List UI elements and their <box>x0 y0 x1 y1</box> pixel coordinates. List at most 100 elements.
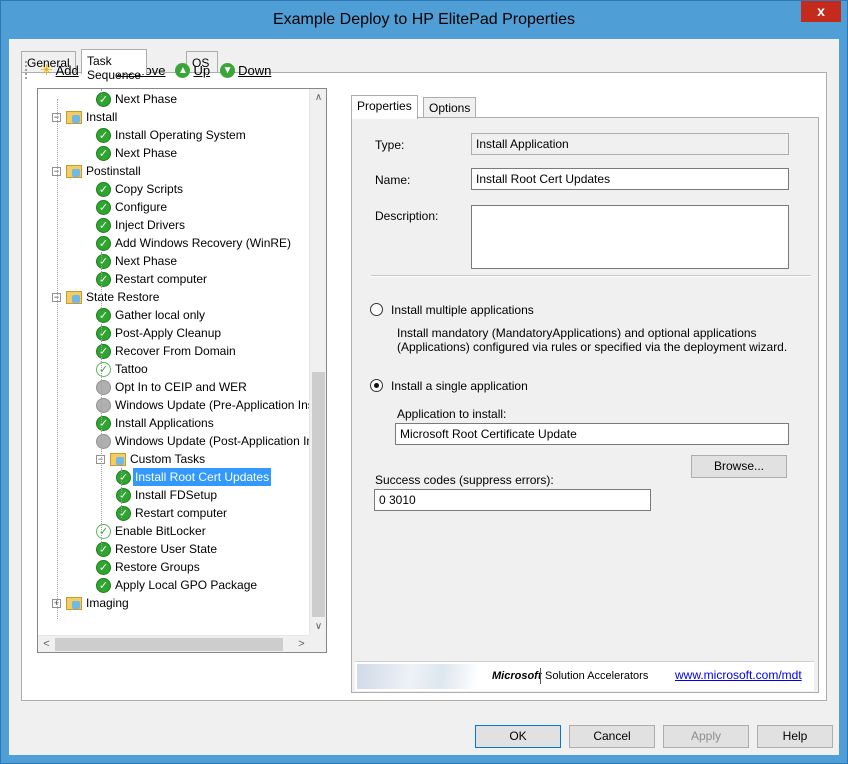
tree-item[interactable]: ✓ Install Root Cert Updates <box>116 468 272 486</box>
tree-item[interactable]: ✓ Restore User State <box>96 540 219 558</box>
tree-item[interactable]: − Postinstall <box>52 162 143 180</box>
tree-item-label: Next Phase <box>115 146 178 160</box>
checkmark-icon: ✓ <box>96 127 111 143</box>
tree-horizontal-scrollbar[interactable]: < > <box>38 635 310 652</box>
tree-item-label: Next Phase <box>115 92 178 106</box>
tree-item[interactable]: ✓ Install Applications <box>96 414 216 432</box>
tree-guide-line <box>101 252 102 308</box>
tree-item[interactable]: − Install <box>52 108 119 126</box>
tree-guide-line <box>101 324 102 554</box>
tree-item[interactable]: ✓ Recover From Domain <box>96 342 238 360</box>
checkmark-icon: ✓ <box>96 91 111 107</box>
install-multiple-label[interactable]: Install multiple applications <box>391 303 534 317</box>
tab-task-sequence[interactable]: Task Sequence <box>81 49 148 82</box>
tree-item[interactable]: + Imaging <box>52 594 131 612</box>
scroll-left-icon[interactable]: < <box>38 636 55 652</box>
description-label: Description: <box>375 209 439 223</box>
tree-item[interactable]: ✓ Copy Scripts <box>96 180 185 198</box>
tree-item[interactable]: ✓ Restart computer <box>96 270 209 288</box>
success-codes-field[interactable]: 0 3010 <box>374 489 651 511</box>
tree-item-label: Install Root Cert Updates <box>133 468 272 486</box>
tree-item[interactable]: ✓ Add Windows Recovery (WinRE) <box>96 234 293 252</box>
up-label: Up <box>193 62 211 78</box>
logo-separator <box>540 668 541 684</box>
mdt-link[interactable]: www.microsoft.com/mdt <box>675 668 802 682</box>
tree-item-label: Enable BitLocker <box>115 524 206 538</box>
help-button[interactable]: Help <box>757 725 833 748</box>
scroll-down-icon[interactable]: ∨ <box>310 618 326 635</box>
tree-item-label: Restart computer <box>115 272 208 286</box>
checkmark-icon: ✓ <box>96 343 111 359</box>
tree-item[interactable]: ✓ Install FDSetup <box>116 486 219 504</box>
tree-item[interactable]: ✓ Inject Drivers <box>96 216 187 234</box>
apply-button[interactable]: Apply <box>663 725 749 748</box>
tree-item-label: Install Operating System <box>115 128 246 142</box>
checkmark-icon: ✓ <box>96 325 111 341</box>
application-field[interactable]: Microsoft Root Certificate Update <box>395 423 789 445</box>
tree-item-label: Restore Groups <box>115 560 200 574</box>
hscroll-thumb[interactable] <box>55 638 283 651</box>
task-sequence-tree[interactable]: ✓ Next Phase − Install ✓ Install Operating Sy… <box>37 88 327 653</box>
tree-item[interactable]: ✓ Enable BitLocker <box>96 522 208 540</box>
tree-item[interactable]: ✓ Install Operating System <box>96 126 248 144</box>
tree-item-label: Custom Tasks <box>130 452 206 466</box>
tree-item[interactable]: ✓ Post-Apply Cleanup <box>96 324 223 342</box>
install-single-radio[interactable] <box>370 379 383 392</box>
browse-button[interactable]: Browse... <box>691 455 787 478</box>
properties-panel <box>351 117 819 693</box>
ok-button[interactable]: OK <box>475 725 561 748</box>
wave-graphic <box>357 664 477 689</box>
scroll-right-icon[interactable]: > <box>293 636 310 652</box>
install-single-label[interactable]: Install a single application <box>391 379 528 393</box>
tree-item-label: Restore User State <box>115 542 218 556</box>
tree-vertical-scrollbar[interactable]: ∧ ∨ <box>309 89 326 635</box>
tree-item[interactable]: ✓ Next Phase <box>96 144 179 162</box>
close-icon: x <box>817 3 825 19</box>
separator <box>371 275 811 277</box>
tree-item-label: Gather local only <box>115 308 206 322</box>
close-button[interactable]: x <box>801 1 841 22</box>
down-label: Down <box>238 62 272 78</box>
sparkle-icon: ✳ <box>40 62 53 79</box>
folder-icon <box>66 164 82 178</box>
tree-item[interactable]: ✓ Configure <box>96 198 169 216</box>
tab-options[interactable]: Options <box>423 97 477 118</box>
tree-item[interactable]: ✓ Next Phase <box>96 252 179 270</box>
tree-item[interactable]: ✓ Next Phase <box>96 90 179 108</box>
tab-properties[interactable]: Properties <box>351 95 418 119</box>
checkmark-icon: ✓ <box>96 253 111 269</box>
folder-icon <box>66 596 82 610</box>
tree-item[interactable]: ✓ Gather local only <box>96 306 207 324</box>
up-button[interactable]: ▲ Up <box>172 62 213 78</box>
tree-item-label: Post-Apply Cleanup <box>115 326 222 340</box>
tree-item[interactable]: − Custom Tasks <box>96 450 207 468</box>
down-button[interactable]: ▼ Down <box>217 62 274 78</box>
tree-item-label: Imaging <box>86 596 129 610</box>
cancel-button[interactable]: Cancel <box>569 725 655 748</box>
checkmark-icon: ✓ <box>96 577 111 593</box>
scroll-thumb[interactable] <box>312 372 325 617</box>
success-codes-label: Success codes (suppress errors): <box>375 473 554 487</box>
tree-item[interactable]: ✓ Restore Groups <box>96 558 202 576</box>
tree-item[interactable]: ✓ Restart computer <box>116 504 229 522</box>
install-multiple-description: Install mandatory (MandatoryApplications… <box>397 326 788 354</box>
properties-window: Example Deploy to HP ElitePad Properties… <box>0 0 848 764</box>
folder-icon <box>66 110 82 124</box>
tree-item[interactable]: ✓ Windows Update (Post-Application Ins <box>96 432 310 450</box>
name-field[interactable]: Install Root Cert Updates <box>471 168 789 190</box>
tree-guide-line <box>57 99 58 619</box>
toolbar-grip[interactable] <box>25 61 29 79</box>
tree-item[interactable]: ✓ Windows Update (Pre-Application Inst <box>96 396 310 414</box>
add-label: Add <box>55 62 79 78</box>
scroll-up-icon[interactable]: ∧ <box>310 89 326 106</box>
down-arrow-icon: ▼ <box>220 62 236 78</box>
description-field[interactable] <box>471 205 789 269</box>
tree-item[interactable]: ✓ Opt In to CEIP and WER <box>96 378 249 396</box>
install-multiple-radio[interactable] <box>370 303 383 316</box>
tree-item[interactable]: ✓ Apply Local GPO Package <box>96 576 259 594</box>
tree-item-label: State Restore <box>86 290 160 304</box>
tree-item[interactable]: ✓ Tattoo <box>96 360 150 378</box>
type-field: Install Application <box>471 133 789 155</box>
tree-item-label: Opt In to CEIP and WER <box>115 380 247 394</box>
tree-item[interactable]: − State Restore <box>52 288 161 306</box>
